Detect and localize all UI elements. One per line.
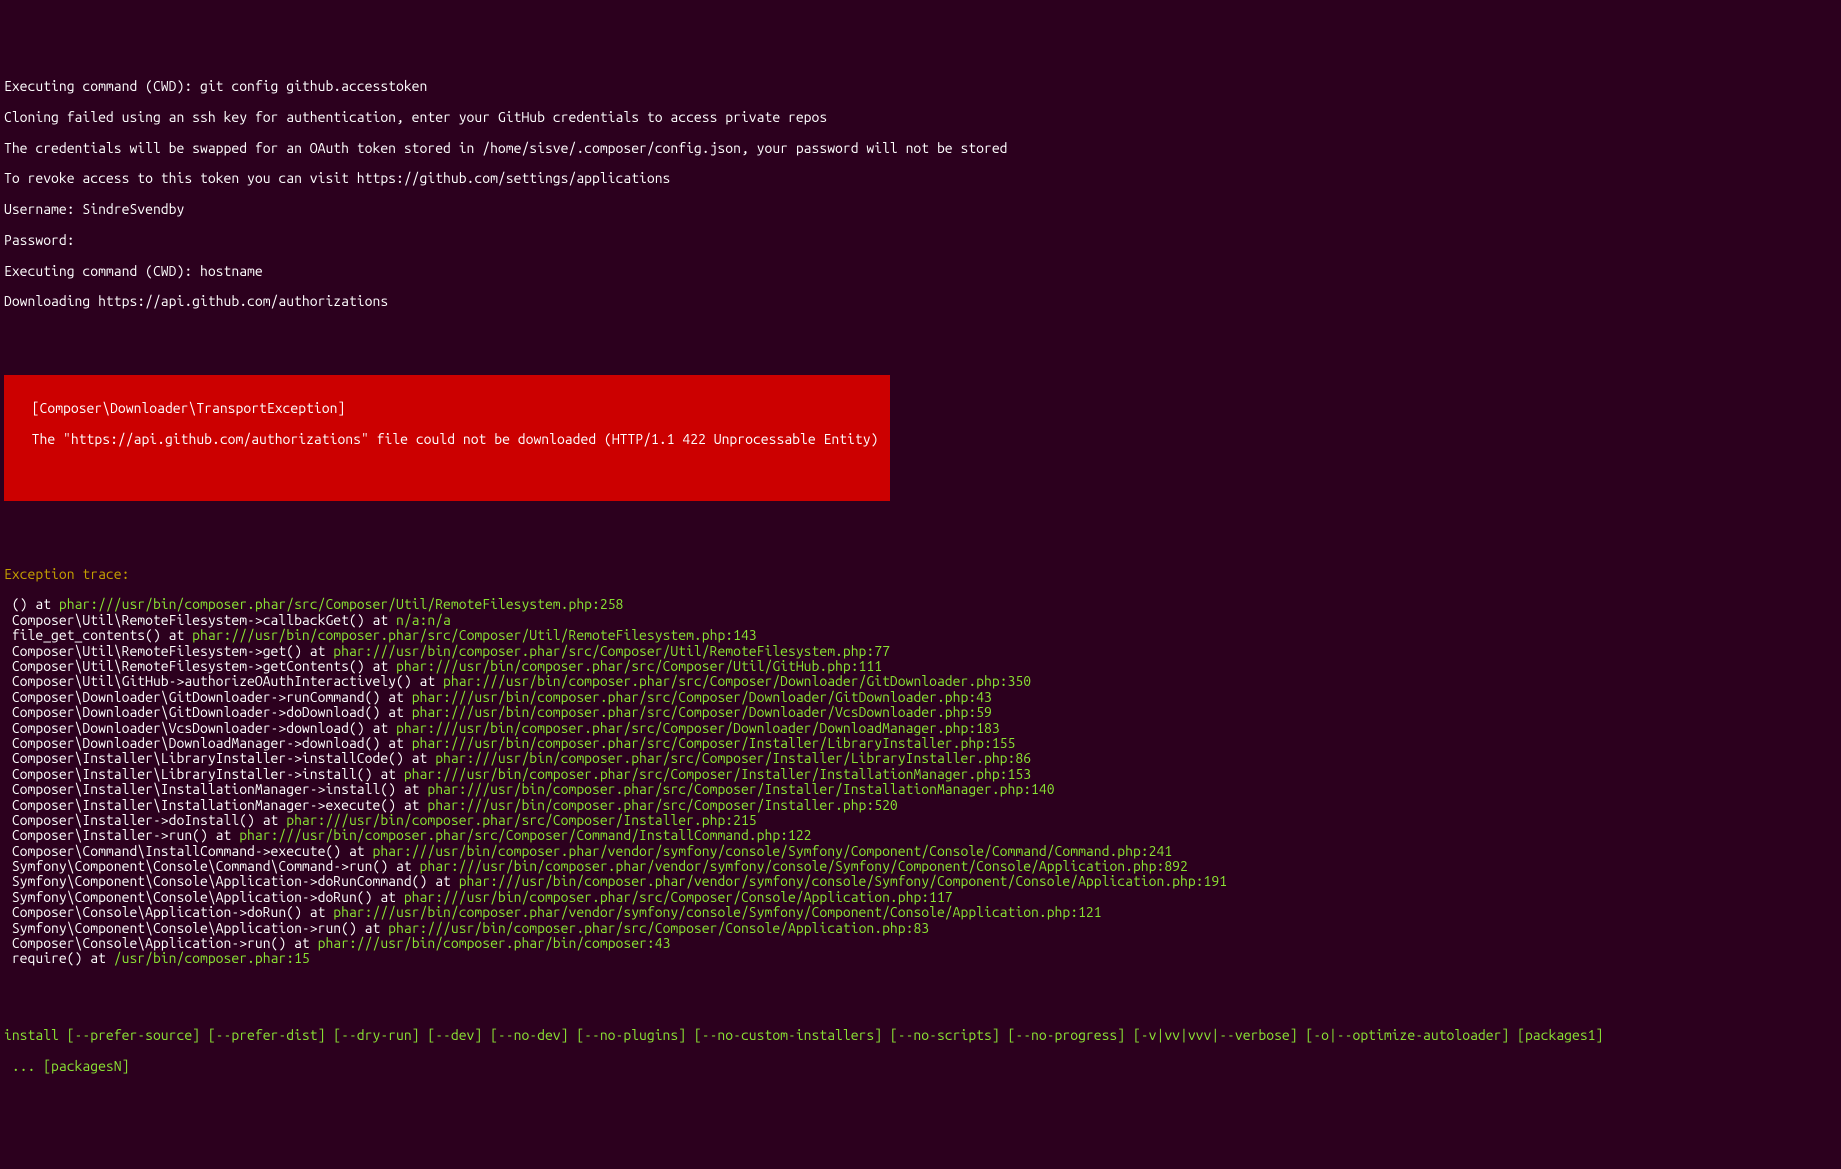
- trace-path: n/a:n/a: [396, 612, 451, 628]
- trace-call: Composer\Util\RemoteFilesystem->callback…: [4, 612, 396, 628]
- trace-call: Composer\Installer->run() at: [4, 827, 239, 843]
- trace-line: Composer\Downloader\VcsDownloader->downl…: [4, 721, 1837, 736]
- trace-line: Composer\Downloader\GitDownloader->runCo…: [4, 690, 1837, 705]
- trace-line: Composer\Console\Application->run() at p…: [4, 936, 1837, 951]
- trace-call: Composer\Util\RemoteFilesystem->getConte…: [4, 658, 396, 674]
- trace-path: phar:///usr/bin/composer.phar/src/Compos…: [286, 812, 756, 828]
- trace-call: Composer\Util\GitHub->authorizeOAuthInte…: [4, 673, 443, 689]
- trace-call: Composer\Console\Application->run() at: [4, 935, 318, 951]
- trace-call: Composer\Installer\InstallationManager->…: [4, 797, 427, 813]
- trace-line: Composer\Downloader\GitDownloader->doDow…: [4, 705, 1837, 720]
- terminal-output: Executing command (CWD): git config gith…: [0, 62, 1841, 1092]
- trace-path: phar:///usr/bin/composer.phar/src/Compos…: [388, 920, 929, 936]
- trace-call: Composer\Downloader\VcsDownloader->downl…: [4, 720, 396, 736]
- trace-line: Composer\Util\GitHub->authorizeOAuthInte…: [4, 674, 1837, 689]
- trace-line: Symfony\Component\Console\Application->r…: [4, 921, 1837, 936]
- trace-call: Composer\Console\Application->doRun() at: [4, 904, 333, 920]
- trace-path: phar:///usr/bin/composer.phar/src/Compos…: [427, 797, 897, 813]
- trace-call: Composer\Downloader\GitDownloader->runCo…: [4, 689, 412, 705]
- error-exception-class: [Composer\Downloader\TransportException]: [16, 401, 878, 416]
- trace-line: require() at /usr/bin/composer.phar:15: [4, 951, 1837, 966]
- trace-path: phar:///usr/bin/composer.phar/src/Compos…: [404, 766, 1031, 782]
- trace-call: file_get_contents() at: [4, 627, 192, 643]
- trace-path: phar:///usr/bin/composer.phar/vendor/sym…: [333, 904, 1101, 920]
- trace-line: Symfony\Component\Console\Application->d…: [4, 890, 1837, 905]
- trace-line: Composer\Util\RemoteFilesystem->get() at…: [4, 644, 1837, 659]
- trace-call: Composer\Downloader\GitDownloader->doDow…: [4, 704, 412, 720]
- output-line: Executing command (CWD): git config gith…: [4, 79, 1837, 94]
- trace-line: () at phar:///usr/bin/composer.phar/src/…: [4, 597, 1837, 612]
- trace-path: phar:///usr/bin/composer.phar/src/Compos…: [404, 889, 953, 905]
- output-line: Password:: [4, 233, 1837, 248]
- output-line: Username: SindreSvendby: [4, 202, 1837, 217]
- trace-call: Composer\Command\InstallCommand->execute…: [4, 843, 372, 859]
- trace-path: phar:///usr/bin/composer.phar/src/Compos…: [412, 735, 1016, 751]
- exception-trace-header: Exception trace:: [4, 567, 1837, 582]
- trace-path: phar:///usr/bin/composer.phar/vendor/sym…: [459, 873, 1227, 889]
- trace-call: Symfony\Component\Console\Application->r…: [4, 920, 388, 936]
- trace-call: require() at: [4, 950, 114, 966]
- trace-line: Composer\Console\Application->doRun() at…: [4, 905, 1837, 920]
- trace-line: Composer\Util\RemoteFilesystem->getConte…: [4, 659, 1837, 674]
- usage-line: install [--prefer-source] [--prefer-dist…: [4, 1028, 1837, 1043]
- error-box: [Composer\Downloader\TransportException]…: [4, 375, 890, 501]
- trace-call: Composer\Util\RemoteFilesystem->get() at: [4, 643, 333, 659]
- trace-path: phar:///usr/bin/composer.phar/src/Compos…: [412, 704, 992, 720]
- output-line: The credentials will be swapped for an O…: [4, 141, 1837, 156]
- output-line: Executing command (CWD): hostname: [4, 264, 1837, 279]
- trace-path: phar:///usr/bin/composer.phar/src/Compos…: [239, 827, 811, 843]
- usage-line: ... [packagesN]: [4, 1059, 1837, 1074]
- output-line: To revoke access to this token you can v…: [4, 171, 1837, 186]
- trace-path: phar:///usr/bin/composer.phar/src/Compos…: [192, 627, 756, 643]
- trace-path: phar:///usr/bin/composer.phar/bin/compos…: [318, 935, 671, 951]
- trace-call: () at: [4, 596, 59, 612]
- trace-path: phar:///usr/bin/composer.phar/src/Compos…: [59, 596, 623, 612]
- trace-path: phar:///usr/bin/composer.phar/vendor/sym…: [420, 858, 1188, 874]
- trace-call: Composer\Installer\LibraryInstaller->ins…: [4, 766, 404, 782]
- trace-call: Composer\Installer->doInstall() at: [4, 812, 286, 828]
- trace-line: Composer\Installer\InstallationManager->…: [4, 798, 1837, 813]
- trace-path: /usr/bin/composer.phar:15: [114, 950, 310, 966]
- trace-call: Composer\Downloader\DownloadManager->dow…: [4, 735, 412, 751]
- error-message: The "https://api.github.com/authorizatio…: [16, 432, 878, 447]
- trace-path: phar:///usr/bin/composer.phar/src/Compos…: [412, 689, 992, 705]
- trace-path: phar:///usr/bin/composer.phar/src/Compos…: [427, 781, 1054, 797]
- trace-line: Composer\Installer->run() at phar:///usr…: [4, 828, 1837, 843]
- trace-path: phar:///usr/bin/composer.phar/src/Compos…: [396, 720, 1000, 736]
- trace-line: Composer\Installer\LibraryInstaller->ins…: [4, 751, 1837, 766]
- trace-line: Composer\Util\RemoteFilesystem->callback…: [4, 613, 1837, 628]
- trace-path: phar:///usr/bin/composer.phar/vendor/sym…: [372, 843, 1172, 859]
- trace-line: Composer\Downloader\DownloadManager->dow…: [4, 736, 1837, 751]
- trace-path: phar:///usr/bin/composer.phar/src/Compos…: [333, 643, 890, 659]
- trace-line: Composer\Command\InstallCommand->execute…: [4, 844, 1837, 859]
- exception-trace: () at phar:///usr/bin/composer.phar/src/…: [4, 597, 1837, 966]
- trace-line: Symfony\Component\Console\Command\Comman…: [4, 859, 1837, 874]
- trace-line: file_get_contents() at phar:///usr/bin/c…: [4, 628, 1837, 643]
- trace-path: phar:///usr/bin/composer.phar/src/Compos…: [435, 750, 1031, 766]
- trace-call: Composer\Installer\LibraryInstaller->ins…: [4, 750, 435, 766]
- trace-path: phar:///usr/bin/composer.phar/src/Compos…: [396, 658, 882, 674]
- trace-call: Symfony\Component\Console\Application->d…: [4, 889, 404, 905]
- trace-line: Composer\Installer\LibraryInstaller->ins…: [4, 767, 1837, 782]
- output-line: Cloning failed using an ssh key for auth…: [4, 110, 1837, 125]
- trace-path: phar:///usr/bin/composer.phar/src/Compos…: [443, 673, 1031, 689]
- trace-line: Composer\Installer\InstallationManager->…: [4, 782, 1837, 797]
- output-line: Downloading https://api.github.com/autho…: [4, 294, 1837, 309]
- trace-line: Composer\Installer->doInstall() at phar:…: [4, 813, 1837, 828]
- trace-line: Symfony\Component\Console\Application->d…: [4, 874, 1837, 889]
- trace-call: Symfony\Component\Console\Application->d…: [4, 873, 459, 889]
- trace-call: Symfony\Component\Console\Command\Comman…: [4, 858, 420, 874]
- trace-call: Composer\Installer\InstallationManager->…: [4, 781, 427, 797]
